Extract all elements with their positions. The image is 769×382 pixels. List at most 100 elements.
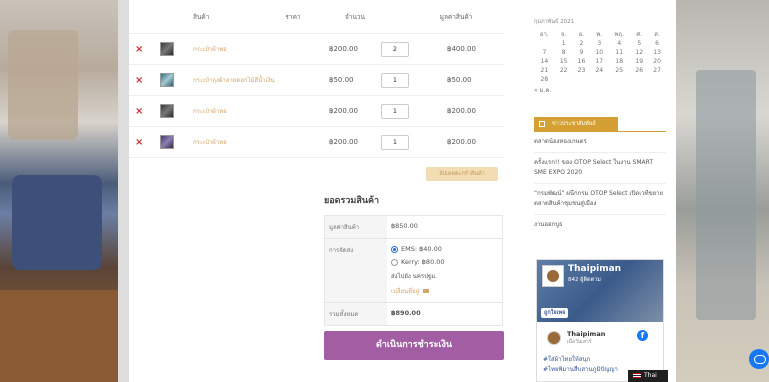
calendar-day: 1: [561, 40, 566, 47]
messenger-chat-icon[interactable]: [749, 349, 769, 369]
facebook-like-button[interactable]: ถูกใจเพจ: [541, 308, 569, 318]
product-thumbnail[interactable]: [160, 135, 174, 149]
weekday: อา.: [539, 31, 549, 38]
thai-flag-icon: [633, 373, 641, 378]
calendar-day: [534, 39, 555, 48]
calendar-day: 11: [615, 49, 624, 56]
cart-totals-title: ยอดรวมสินค้า: [324, 196, 380, 206]
remove-item-icon[interactable]: ×: [135, 75, 143, 86]
weekday: พฤ.: [614, 31, 625, 38]
table-row: × กระเป๋าผ้าทอ ฿200.00 1 ฿200.00: [129, 127, 504, 158]
calendar-day: 9: [579, 49, 584, 56]
facebook-page-widget[interactable]: Thaipiman 842 ผู้ติดตาม ถูกใจเพจ Thaipim…: [536, 259, 664, 382]
quantity-input[interactable]: 1: [381, 134, 409, 150]
calendar-prev-link[interactable]: « ม.ค.: [534, 85, 666, 95]
shipping-option-ems[interactable]: EMS: ฿40.00: [391, 245, 498, 253]
calendar-day: 8: [561, 49, 566, 56]
calendar-day: 12: [635, 49, 644, 56]
radio-icon[interactable]: [391, 258, 398, 266]
shipping-options: EMS: ฿40.00 Kerry: ฿80.00 ส่งไปยัง นครปฐ…: [387, 239, 502, 302]
product-thumbnail[interactable]: [160, 42, 174, 56]
change-address-label[interactable]: เปลี่ยนที่อยู่: [391, 288, 419, 295]
calendar-day: 13: [653, 49, 661, 56]
weekday: ศ.: [636, 31, 643, 38]
calendar-day: 19: [635, 58, 644, 65]
product-name-link[interactable]: กระเป๋าถุงผ้าลายดอกไม้สีน้ำเงิน: [193, 75, 275, 85]
weekday: ส.: [654, 31, 660, 38]
product-thumbnail[interactable]: [160, 73, 174, 87]
change-address-link[interactable]: เปลี่ยนที่อยู่: [391, 286, 498, 296]
calendar-caption: กุมภาพันธ์ 2021: [534, 19, 575, 25]
page-logo[interactable]: [542, 265, 564, 287]
background-photo-right: [676, 0, 769, 382]
product-price: ฿200.00: [329, 107, 358, 115]
calendar-week: 14 15 16 17 18 19 20: [534, 57, 666, 66]
news-widget-title: ข่าวประชาสัมพันธ์: [534, 117, 618, 131]
calendar-weekdays: อา. จ. อ. พ. พฤ. ศ. ส.: [534, 29, 666, 39]
calendar-day: 15: [559, 58, 568, 65]
calendar-week: 28: [534, 75, 666, 84]
quantity-input[interactable]: 1: [381, 103, 409, 119]
news-link[interactable]: ครั้งแรก!! ของ OTOP Select ในงาน SMART S…: [534, 153, 666, 184]
subtotal-row: มูลค่าสินค้า ฿850.00: [325, 216, 502, 239]
language-switcher[interactable]: Thai: [628, 370, 668, 382]
weekday: พ.: [596, 31, 603, 38]
table-row: × กระเป๋าถุงผ้าลายดอกไม้สีน้ำเงิน ฿50.00…: [129, 65, 504, 96]
quantity-input[interactable]: 1: [381, 72, 409, 88]
product-name-link[interactable]: กระเป๋าผ้าทอ: [193, 106, 227, 116]
calendar-day: 14: [540, 58, 549, 65]
ship-to-text: ส่งไปยัง นครปฐม.: [391, 273, 438, 280]
radio-selected-icon[interactable]: [391, 245, 398, 253]
sidebar: กุมภาพันธ์ 2021 อา. จ. อ. พ. พฤ. ศ. ส. 1…: [534, 0, 666, 235]
clothing-image: [0, 290, 118, 382]
remove-item-icon[interactable]: ×: [135, 137, 143, 148]
news-link[interactable]: ตลาดน้องทองเกษตร: [534, 132, 666, 153]
hashtag-link[interactable]: #ใส่ผ้าไทยให้สนุก: [543, 354, 590, 364]
calendar-day: 28: [540, 76, 549, 83]
product-price: ฿200.00: [329, 45, 358, 53]
calendar-day: 7: [542, 49, 547, 56]
remove-item-icon[interactable]: ×: [135, 44, 143, 55]
header-product: สินค้า: [193, 12, 210, 21]
calendar-day: 2: [579, 40, 584, 47]
calendar-day: 26: [635, 67, 644, 74]
cart-header: สินค้า ราคา จำนวน มูลค่าสินค้า: [129, 0, 504, 34]
calendar-week: 21 22 23 24 25 26 27: [534, 66, 666, 75]
calendar-day: 24: [595, 67, 604, 74]
hashtag-link[interactable]: #ไทยพิมานสืบสานภูมิปัญญา: [543, 364, 618, 374]
shipping-option-kerry[interactable]: Kerry: ฿80.00: [391, 258, 498, 266]
calendar-day: [608, 75, 630, 84]
facebook-page-name[interactable]: Thaipiman: [568, 264, 621, 274]
calendar-day: 18: [615, 58, 624, 65]
facebook-icon: f: [637, 330, 648, 341]
facebook-cover[interactable]: Thaipiman 842 ผู้ติดตาม ถูกใจเพจ: [537, 260, 663, 322]
checkout-button[interactable]: ดำเนินการชำระเงิน: [324, 331, 504, 360]
news-link[interactable]: งานออกบูธ: [534, 215, 666, 235]
news-link[interactable]: “กรมพัฒน์” ผนึกกรม OTOP Select เปิดเวทีข…: [534, 184, 666, 215]
product-name-link[interactable]: กระเป๋าผ้าทอ: [193, 137, 227, 147]
calendar-day: 21: [540, 67, 549, 74]
total-value: ฿890.00: [391, 309, 421, 317]
update-cart-button[interactable]: อัปเดตตะกร้าสินค้า: [426, 167, 498, 181]
product-thumbnail[interactable]: [160, 104, 174, 118]
clothing-image: [696, 70, 756, 320]
news-title-label: ข่าวประชาสัมพันธ์: [552, 121, 596, 127]
total-label: รวมทั้งหมด: [325, 303, 387, 325]
product-subtotal: ฿400.00: [447, 45, 476, 53]
calendar-week: 1 2 3 4 5 6: [534, 39, 666, 48]
post-author[interactable]: Thaipiman: [567, 330, 605, 338]
avatar: [547, 331, 561, 345]
calendar-day: 10: [595, 49, 604, 56]
calendar-day: 20: [653, 58, 661, 65]
remove-item-icon[interactable]: ×: [135, 106, 143, 117]
calendar-day: 4: [617, 40, 622, 47]
product-name-link[interactable]: กระเป๋าผ้าทอ: [193, 44, 227, 54]
quantity-input[interactable]: 2: [381, 41, 409, 57]
header-subtotal: มูลค่าสินค้า: [439, 12, 473, 21]
background-photo-left: [0, 0, 118, 382]
calendar-day: [648, 75, 666, 84]
calendar-day: [573, 75, 591, 84]
calendar: อา. จ. อ. พ. พฤ. ศ. ส. 1 2 3 4 5 6 7 8 9: [534, 29, 666, 84]
subtotal-value: ฿850.00: [391, 222, 418, 230]
shipping-option-label: EMS: ฿40.00: [401, 245, 442, 253]
